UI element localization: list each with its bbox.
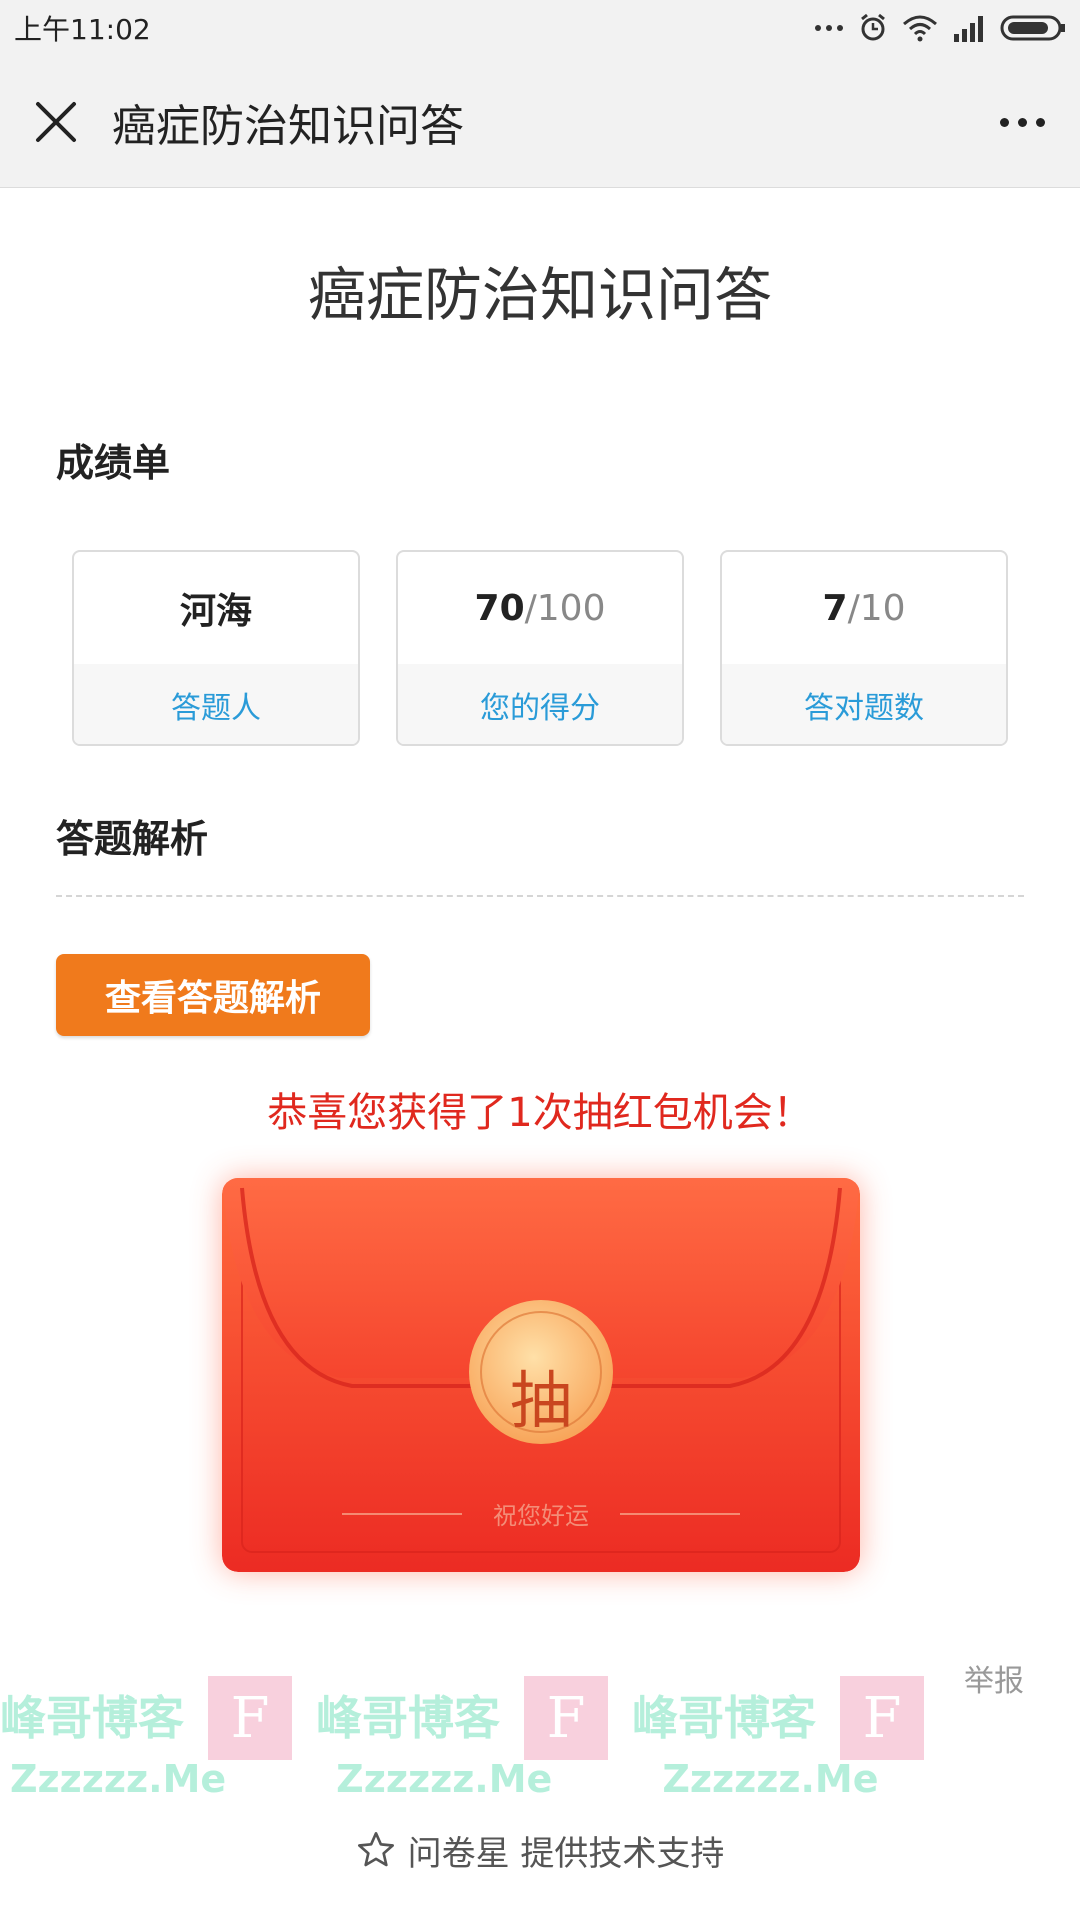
score-cards: 河海 答题人 70/100 您的得分 7/10 答对题数 xyxy=(72,550,1008,746)
view-analysis-button[interactable]: 查看答题解析 xyxy=(56,954,370,1036)
page-title: 癌症防治知识问答 xyxy=(307,261,772,329)
envelope-blessing: 祝您好运 xyxy=(493,1502,589,1530)
menu-dot xyxy=(999,117,1009,127)
score-value: 70/100 xyxy=(398,552,682,664)
footer-text[interactable]: 问卷星 提供技术支持 xyxy=(408,1826,725,1875)
score-number: 70 xyxy=(474,587,525,629)
watermark-strip: 峰哥博客 F 峰哥博客 F 峰哥博客 F xyxy=(0,1676,1080,1760)
nav-title: 癌症防治知识问答 xyxy=(112,100,464,152)
watermark-row: 峰哥博客 F 峰哥博客 F 峰哥博客 F xyxy=(0,1676,1080,1766)
correct-total: /10 xyxy=(847,587,906,629)
close-icon xyxy=(36,101,76,142)
title-bar: 癌症防治知识问答 xyxy=(0,56,1080,188)
analysis-title: 答题解析 xyxy=(56,817,209,861)
watermark-row-sub: Zzzzzz.Me Zzzzzz.Me Zzzzzz.Me xyxy=(0,1760,1080,1800)
score-card: 70/100 您的得分 xyxy=(396,550,684,746)
more-menu-button[interactable] xyxy=(992,96,1052,148)
score-label: 您的得分 xyxy=(398,664,682,744)
watermark-logo-icon: F xyxy=(524,1676,608,1760)
alarm-icon xyxy=(861,13,885,41)
star-icon xyxy=(357,1832,394,1867)
menu-dot xyxy=(1017,117,1027,127)
divider xyxy=(56,895,1024,897)
correct-label: 答对题数 xyxy=(722,664,1006,744)
watermark-site: Zzzzzz.Me xyxy=(662,1757,879,1801)
report-link[interactable]: 举报 xyxy=(964,1656,1024,1700)
menu-dot xyxy=(1035,117,1045,127)
respondent-value: 河海 xyxy=(74,552,358,664)
watermark-site: Zzzzzz.Me xyxy=(10,1757,227,1801)
open-envelope-button[interactable]: 抽 xyxy=(469,1323,613,1467)
watermark-site: Zzzzzz.Me xyxy=(336,1757,553,1801)
watermark-logo-icon: F xyxy=(208,1676,292,1760)
status-icons xyxy=(814,13,1066,43)
respondent-card: 河海 答题人 xyxy=(72,550,360,746)
scorecard-title: 成绩单 xyxy=(56,441,171,485)
watermark-brand: 峰哥博客 xyxy=(632,1691,816,1745)
more-dots-icon xyxy=(815,25,843,31)
wifi-icon xyxy=(903,15,937,42)
status-bar: 上午11:02 xyxy=(0,0,1080,56)
signal-icon xyxy=(954,16,983,42)
watermark-brand: 峰哥博客 xyxy=(316,1691,500,1745)
close-button[interactable] xyxy=(28,94,84,150)
watermark-strip: Zzzzzz.Me Zzzzzz.Me Zzzzzz.Me xyxy=(0,1760,1080,1798)
respondent-label: 答题人 xyxy=(74,664,358,744)
battery-icon xyxy=(1000,15,1065,41)
watermark-logo-icon: F xyxy=(840,1676,924,1760)
red-envelope[interactable]: 抽 祝您好运 xyxy=(222,1178,860,1572)
watermark-brand: 峰哥博客 xyxy=(0,1691,184,1745)
score-total: /100 xyxy=(524,587,606,629)
correct-value: 7/10 xyxy=(722,552,1006,664)
status-time: 上午11:02 xyxy=(14,13,151,46)
prize-message: 恭喜您获得了1次抽红包机会！ xyxy=(267,1090,813,1136)
correct-number: 7 xyxy=(822,587,848,629)
respondent-name: 河海 xyxy=(179,591,252,632)
footer: 问卷星 提供技术支持 xyxy=(0,1810,1080,1890)
correct-card: 7/10 答对题数 xyxy=(720,550,1008,746)
